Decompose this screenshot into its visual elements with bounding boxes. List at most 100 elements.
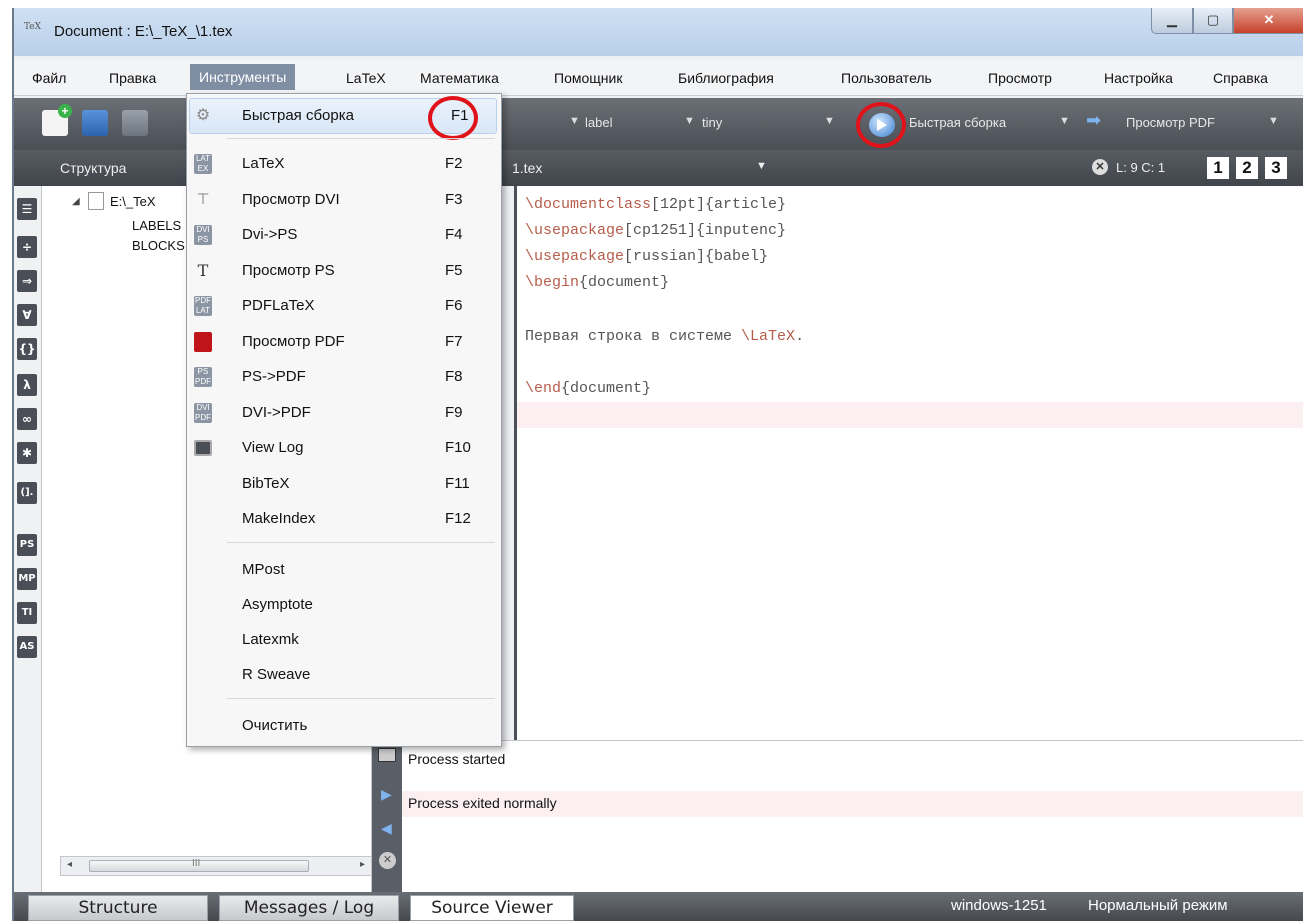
view-pdf-combo[interactable]: ➡ Просмотр PDF ▼ bbox=[1086, 110, 1286, 138]
menu-item-makeindex[interactable]: MakeIndex F12 bbox=[187, 502, 501, 536]
menu-item-view-log[interactable]: View Log F10 bbox=[187, 431, 501, 465]
relations-icon[interactable]: ⇒ bbox=[17, 270, 37, 292]
title-bar: TeX Document : E:\_TeX_\1.tex ▁ ▢ ✕ bbox=[14, 8, 1303, 56]
brackets-icon[interactable]: (]. bbox=[17, 482, 37, 504]
chevron-down-icon: ▼ bbox=[569, 115, 580, 127]
dvi-ps-icon: DVI PS bbox=[194, 225, 212, 245]
menu-item-asymptote[interactable]: Asymptote bbox=[187, 588, 501, 622]
menu-item-mpost[interactable]: MPost bbox=[187, 553, 501, 587]
menu-item-pdflatex[interactable]: PDF LAT PDFLaTeX F6 bbox=[187, 289, 501, 323]
minimize-button[interactable]: ▁ bbox=[1151, 8, 1193, 34]
menu-item-quick-build[interactable]: ⚙ Быстрая сборка F1 bbox=[187, 99, 501, 133]
pdf-view-icon bbox=[194, 332, 212, 352]
structure-icon[interactable]: ☰ bbox=[17, 198, 37, 220]
file-tab[interactable]: 1.tex bbox=[512, 160, 542, 176]
latex-icon: LAT EX bbox=[194, 154, 212, 174]
menu-item-latexmk[interactable]: Latexmk bbox=[187, 623, 501, 657]
messages-log: Process started Process exited normally bbox=[402, 740, 1303, 892]
menu-settings[interactable]: Настройка bbox=[1104, 70, 1173, 86]
menu-item-clean[interactable]: Очистить bbox=[187, 709, 501, 743]
menu-item-view-pdf[interactable]: Просмотр PDF F7 bbox=[187, 325, 501, 359]
menu-tools[interactable]: Инструменты bbox=[190, 64, 296, 90]
menu-item-view-dvi[interactable]: ⊤ Просмотр DVI F3 bbox=[187, 183, 501, 217]
forall-icon[interactable]: ∀ bbox=[17, 304, 37, 326]
close-tab-icon[interactable]: ✕ bbox=[1092, 159, 1108, 175]
log-view-icon[interactable] bbox=[378, 748, 396, 762]
save-file-icon[interactable] bbox=[122, 110, 148, 136]
close-icon: ✕ bbox=[1263, 12, 1275, 27]
tree-root[interactable]: E:\_TeX bbox=[110, 194, 156, 209]
delimiters-icon[interactable]: {} bbox=[17, 338, 37, 360]
expand-arrow-icon[interactable]: ◢ bbox=[72, 196, 80, 207]
greek-icon[interactable]: λ bbox=[17, 374, 37, 396]
open-file-icon[interactable] bbox=[82, 110, 108, 136]
menu-math[interactable]: Математика bbox=[420, 70, 499, 86]
tab-messages-log[interactable]: Messages / Log bbox=[219, 895, 399, 921]
scroll-right-icon[interactable]: ▸ bbox=[360, 859, 365, 870]
dvi-view-icon: ⊤ bbox=[196, 191, 210, 208]
pstricks-icon[interactable]: PS bbox=[17, 534, 37, 556]
horizontal-scrollbar[interactable]: ◂ III ▸ bbox=[60, 856, 372, 876]
view-button-2[interactable]: 2 bbox=[1236, 157, 1258, 179]
window-title: Document : E:\_TeX_\1.tex bbox=[54, 23, 233, 40]
application-window: TeX Document : E:\_TeX_\1.tex ▁ ▢ ✕ Файл… bbox=[12, 8, 1303, 921]
infinity-icon[interactable]: ∞ bbox=[17, 408, 37, 430]
menu-item-latex[interactable]: LAT EX LaTeX F2 bbox=[187, 147, 501, 181]
chevron-down-icon: ▼ bbox=[1059, 115, 1070, 127]
log-icon bbox=[194, 440, 212, 456]
chevron-down-icon: ▼ bbox=[1268, 115, 1279, 127]
view-button-1[interactable]: 1 bbox=[1207, 157, 1229, 179]
new-file-icon[interactable]: + bbox=[42, 104, 72, 136]
menu-item-dvi-pdf[interactable]: DVI PDF DVI->PDF F9 bbox=[187, 396, 501, 430]
maximize-button[interactable]: ▢ bbox=[1193, 8, 1233, 34]
menu-view[interactable]: Просмотр bbox=[988, 70, 1052, 86]
menu-file[interactable]: Файл bbox=[32, 70, 66, 86]
code-line: \begin{document} bbox=[525, 274, 670, 291]
menu-edit[interactable]: Правка bbox=[109, 70, 156, 86]
misc-symbols-icon[interactable]: ✱ bbox=[17, 442, 37, 464]
encoding-status[interactable]: windows-1251 bbox=[951, 897, 1047, 914]
scrollbar-thumb[interactable]: III bbox=[89, 858, 309, 872]
mode-status[interactable]: Нормальный режим bbox=[1088, 897, 1228, 914]
minimize-icon: ▁ bbox=[1167, 12, 1177, 27]
tools-dropdown-menu: ⚙ Быстрая сборка F1 LAT EX LaTeX F2 ⊤ Про… bbox=[186, 93, 502, 747]
ps-pdf-icon: PS PDF bbox=[194, 367, 212, 387]
menu-item-ps-pdf[interactable]: PS PDF PS->PDF F8 bbox=[187, 360, 501, 394]
menu-item-view-ps[interactable]: T Просмотр PS F5 bbox=[187, 254, 501, 288]
chevron-down-icon[interactable]: ▼ bbox=[756, 160, 767, 172]
tree-item-blocks[interactable]: BLOCKS bbox=[132, 238, 185, 253]
code-line: \end{document} bbox=[525, 380, 652, 397]
tab-source-viewer[interactable]: Source Viewer bbox=[410, 895, 574, 921]
menu-separator bbox=[227, 542, 495, 543]
label-combo[interactable]: ▼ label bbox=[569, 110, 649, 138]
menu-bibliography[interactable]: Библиография bbox=[678, 70, 774, 86]
menu-latex[interactable]: LaTeX bbox=[346, 70, 386, 86]
close-button[interactable]: ✕ bbox=[1233, 8, 1303, 34]
tab-structure[interactable]: Structure bbox=[28, 895, 208, 921]
quick-build-combo[interactable]: Быстрая сборка ▼ bbox=[909, 110, 1079, 138]
status-bar: Structure Messages / Log Source Viewer w… bbox=[14, 892, 1303, 921]
tree-item-labels[interactable]: LABELS bbox=[132, 218, 181, 233]
menu-item-r-sweave[interactable]: R Sweave bbox=[187, 658, 501, 692]
menu-wizard[interactable]: Помощник bbox=[554, 70, 622, 86]
operators-icon[interactable]: ÷ bbox=[17, 236, 37, 258]
scroll-left-icon[interactable]: ◂ bbox=[67, 859, 72, 870]
log-entry: Process started bbox=[408, 751, 506, 767]
log-entry: Process exited normally bbox=[408, 795, 557, 811]
view-button-3[interactable]: 3 bbox=[1265, 157, 1287, 179]
highlight-circle bbox=[856, 102, 906, 148]
menu-item-bibtex[interactable]: BibTeX F11 bbox=[187, 467, 501, 501]
log-icon-strip: ▶ ◀ ✕ bbox=[372, 740, 402, 892]
stop-process-icon[interactable]: ✕ bbox=[379, 852, 396, 869]
tikz-icon[interactable]: TI bbox=[17, 602, 37, 624]
menu-user[interactable]: Пользователь bbox=[841, 70, 932, 86]
chevron-down-icon: ▼ bbox=[684, 115, 695, 127]
previous-error-icon[interactable]: ◀ bbox=[381, 820, 392, 837]
menu-help[interactable]: Справка bbox=[1213, 70, 1268, 86]
metapost-icon[interactable]: MP bbox=[17, 568, 37, 590]
menu-item-dvi-ps[interactable]: DVI PS Dvi->PS F4 bbox=[187, 218, 501, 252]
size-combo[interactable]: ▼ tiny ▼ bbox=[684, 110, 835, 138]
next-error-icon[interactable]: ▶ bbox=[381, 786, 392, 803]
asymptote-icon[interactable]: AS bbox=[17, 636, 37, 658]
source-editor[interactable]: \documentclass[12pt]{article} \usepackag… bbox=[514, 186, 1303, 740]
